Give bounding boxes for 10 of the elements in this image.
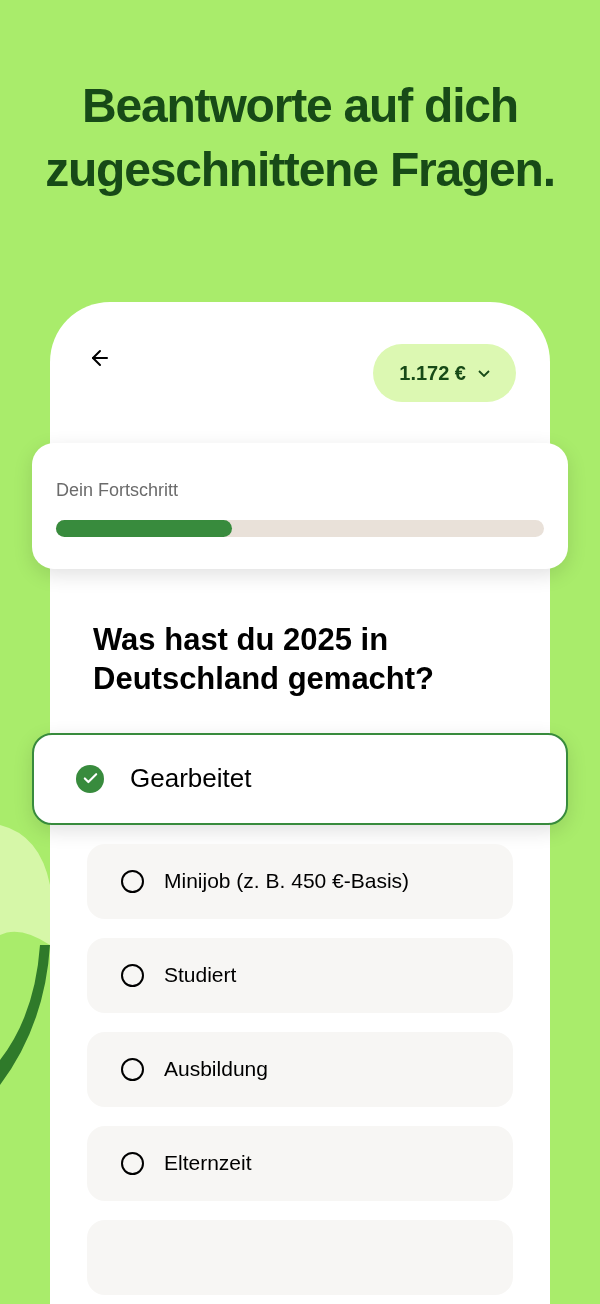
option-card[interactable]: Studiert — [87, 937, 513, 1013]
option-card[interactable]: Minijob (z. B. 450 €-Basis) — [87, 843, 513, 919]
option-card[interactable]: Gearbeitet — [32, 732, 568, 825]
headline: Beantworte auf dich zugeschnittene Fragen. — [44, 78, 556, 198]
progress-label: Dein Fortschritt — [56, 479, 180, 502]
question-text: Was hast du 2025 in Deutschland gemacht? — [92, 621, 436, 698]
amount-pill[interactable]: 1.172 € — [373, 344, 516, 402]
option-card[interactable]: Ausbildung — [87, 1031, 513, 1107]
option-card[interactable]: Elternzeit — [87, 1125, 513, 1201]
chevron-down-icon — [478, 369, 490, 377]
